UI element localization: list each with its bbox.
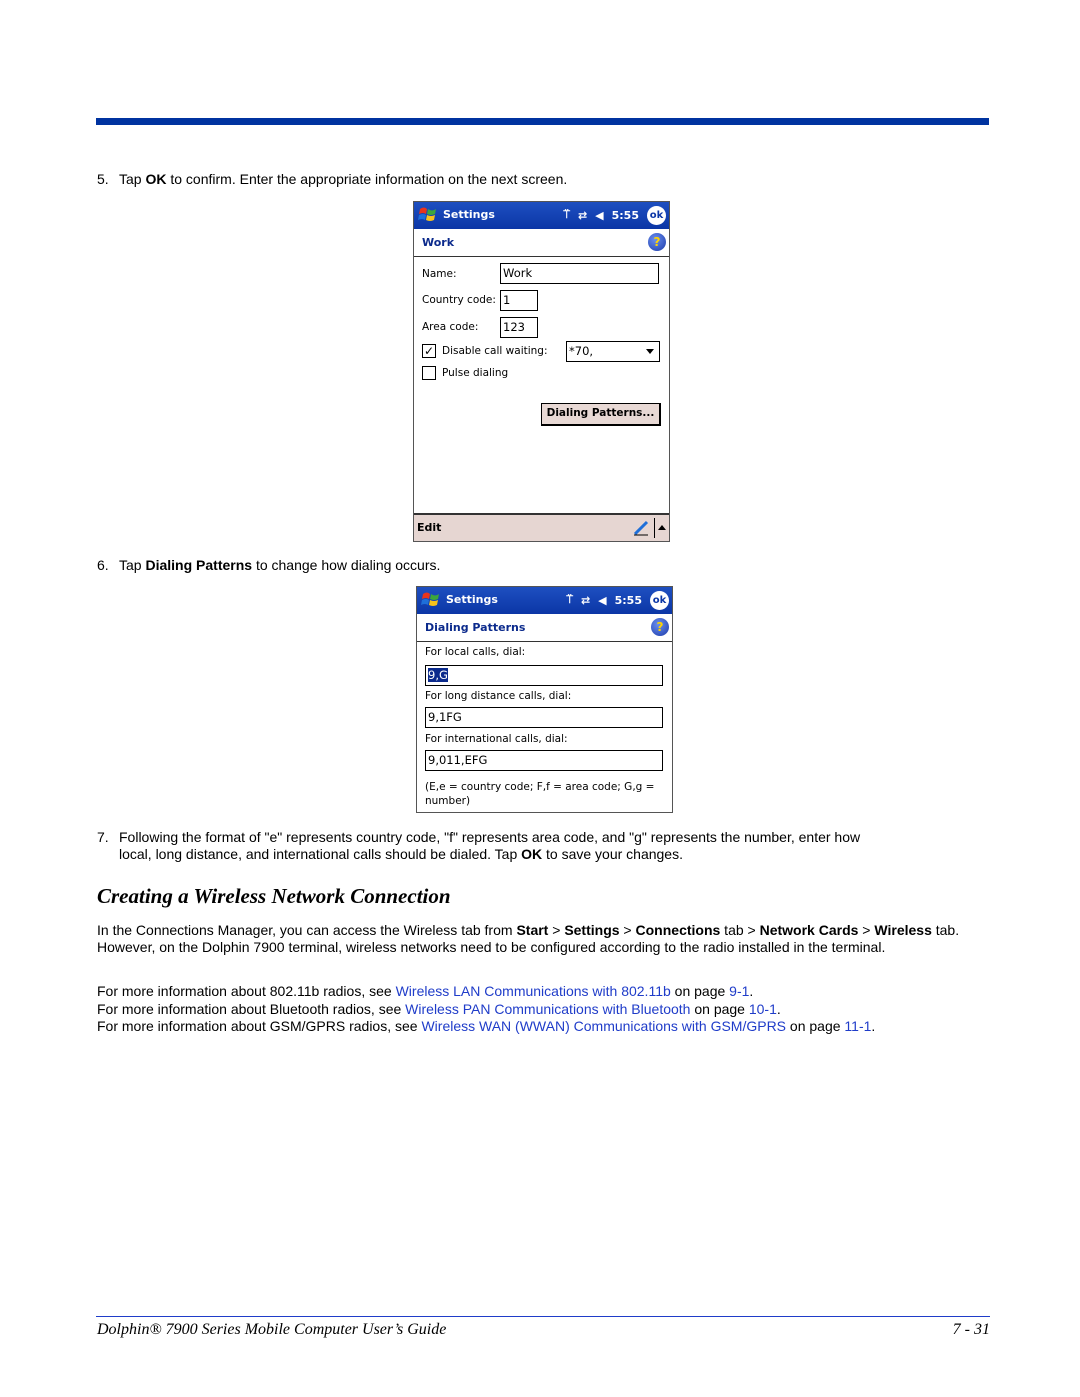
- subheader-title: Work: [422, 236, 455, 249]
- name-input[interactable]: Work: [500, 263, 659, 284]
- menu-bar: Edit: [414, 513, 669, 541]
- title-bar: Settings ⍡ ⇄ ◀ 5:55 ok: [417, 587, 672, 614]
- link-page-9-1[interactable]: 9-1: [729, 983, 749, 999]
- ref-gsm-gprs: For more information about GSM/GPRS radi…: [97, 1018, 876, 1034]
- sip-up-arrow-icon[interactable]: [658, 525, 666, 530]
- subheader-title: Dialing Patterns: [425, 621, 526, 634]
- sub-header: Work ?: [414, 229, 669, 257]
- dialing-patterns-button[interactable]: Dialing Patterns...: [541, 403, 661, 426]
- clock[interactable]: 5:55: [612, 209, 639, 222]
- link-wireless-wan[interactable]: Wireless WAN (WWAN) Communications with …: [421, 1018, 786, 1034]
- sub-header: Dialing Patterns ?: [417, 614, 672, 642]
- link-page-10-1[interactable]: 10-1: [749, 1001, 777, 1017]
- connectivity-icon[interactable]: ⇄: [578, 209, 587, 222]
- international-label: For international calls, dial:: [425, 733, 568, 745]
- ref-bluetooth: For more information about Bluetooth rad…: [97, 1001, 781, 1017]
- footer-title: Dolphin® 7900 Series Mobile Computer Use…: [97, 1321, 447, 1338]
- windows-start-icon[interactable]: [417, 205, 439, 225]
- link-wireless-pan[interactable]: Wireless PAN Communications with Bluetoo…: [405, 1001, 690, 1017]
- step-7: 7. Following the format of "e" represents…: [97, 829, 861, 862]
- volume-icon[interactable]: ◀: [595, 209, 603, 222]
- volume-icon[interactable]: ◀: [598, 594, 606, 607]
- format-note-line2: number): [425, 795, 471, 807]
- intro-paragraph: In the Connections Manager, you can acce…: [97, 922, 960, 955]
- local-calls-label: For local calls, dial:: [425, 646, 526, 658]
- help-icon[interactable]: ?: [648, 233, 666, 251]
- antenna-icon[interactable]: ⍡: [566, 593, 573, 607]
- antenna-icon[interactable]: ⍡: [563, 208, 570, 222]
- pda-screen-dialing-patterns: Settings ⍡ ⇄ ◀ 5:55 ok Dialing Patterns …: [416, 586, 673, 813]
- local-calls-input[interactable]: 9,G: [425, 665, 663, 686]
- pulse-dialing-label: Pulse dialing: [442, 367, 509, 379]
- divider: [654, 518, 655, 538]
- header-rule: [96, 118, 989, 125]
- format-note-line1: (E,e = country code; F,f = area code; G,…: [425, 781, 655, 793]
- menu-edit[interactable]: Edit: [417, 521, 441, 534]
- international-input[interactable]: 9,011,EFG: [425, 750, 663, 771]
- chevron-down-icon: [646, 349, 654, 354]
- input-pen-icon[interactable]: [633, 520, 649, 536]
- step-5: 5. Tap OK to confirm. Enter the appropria…: [97, 171, 568, 187]
- call-waiting-code-dropdown[interactable]: *70,: [566, 341, 660, 362]
- status-icons: ⍡ ⇄ ◀ 5:55: [566, 593, 642, 607]
- ok-button[interactable]: ok: [650, 591, 669, 610]
- section-heading: Creating a Wireless Network Connection: [97, 884, 451, 908]
- connectivity-icon[interactable]: ⇄: [581, 594, 590, 607]
- footer-rule: [96, 1316, 990, 1317]
- app-title: Settings: [443, 208, 495, 221]
- area-code-input[interactable]: 123: [500, 317, 538, 338]
- ref-802-11b: For more information about 802.11b radio…: [97, 983, 754, 999]
- status-icons: ⍡ ⇄ ◀ 5:55: [563, 208, 639, 222]
- link-wireless-lan[interactable]: Wireless LAN Communications with 802.11b: [396, 983, 671, 999]
- pda-screen-work: Settings ⍡ ⇄ ◀ 5:55 ok Work ? Name: Work…: [413, 201, 670, 542]
- long-distance-label: For long distance calls, dial:: [425, 690, 572, 702]
- link-page-11-1[interactable]: 11-1: [844, 1018, 871, 1034]
- title-bar: Settings ⍡ ⇄ ◀ 5:55 ok: [414, 202, 669, 229]
- ok-button[interactable]: ok: [647, 206, 666, 225]
- area-code-label: Area code:: [422, 321, 479, 333]
- name-label: Name:: [422, 268, 457, 280]
- step-6: 6. Tap Dialing Patterns to change how dia…: [97, 557, 441, 573]
- clock[interactable]: 5:55: [615, 594, 642, 607]
- disable-call-waiting-checkbox[interactable]: ✓: [422, 344, 436, 358]
- windows-start-icon[interactable]: [420, 590, 442, 610]
- disable-call-waiting-label: Disable call waiting:: [442, 345, 548, 357]
- page-number: 7 - 31: [952, 1321, 990, 1338]
- help-icon[interactable]: ?: [651, 618, 669, 636]
- app-title: Settings: [446, 593, 498, 606]
- long-distance-input[interactable]: 9,1FG: [425, 707, 663, 728]
- country-code-label: Country code:: [422, 294, 496, 306]
- country-code-input[interactable]: 1: [500, 290, 538, 311]
- pulse-dialing-checkbox[interactable]: [422, 366, 436, 380]
